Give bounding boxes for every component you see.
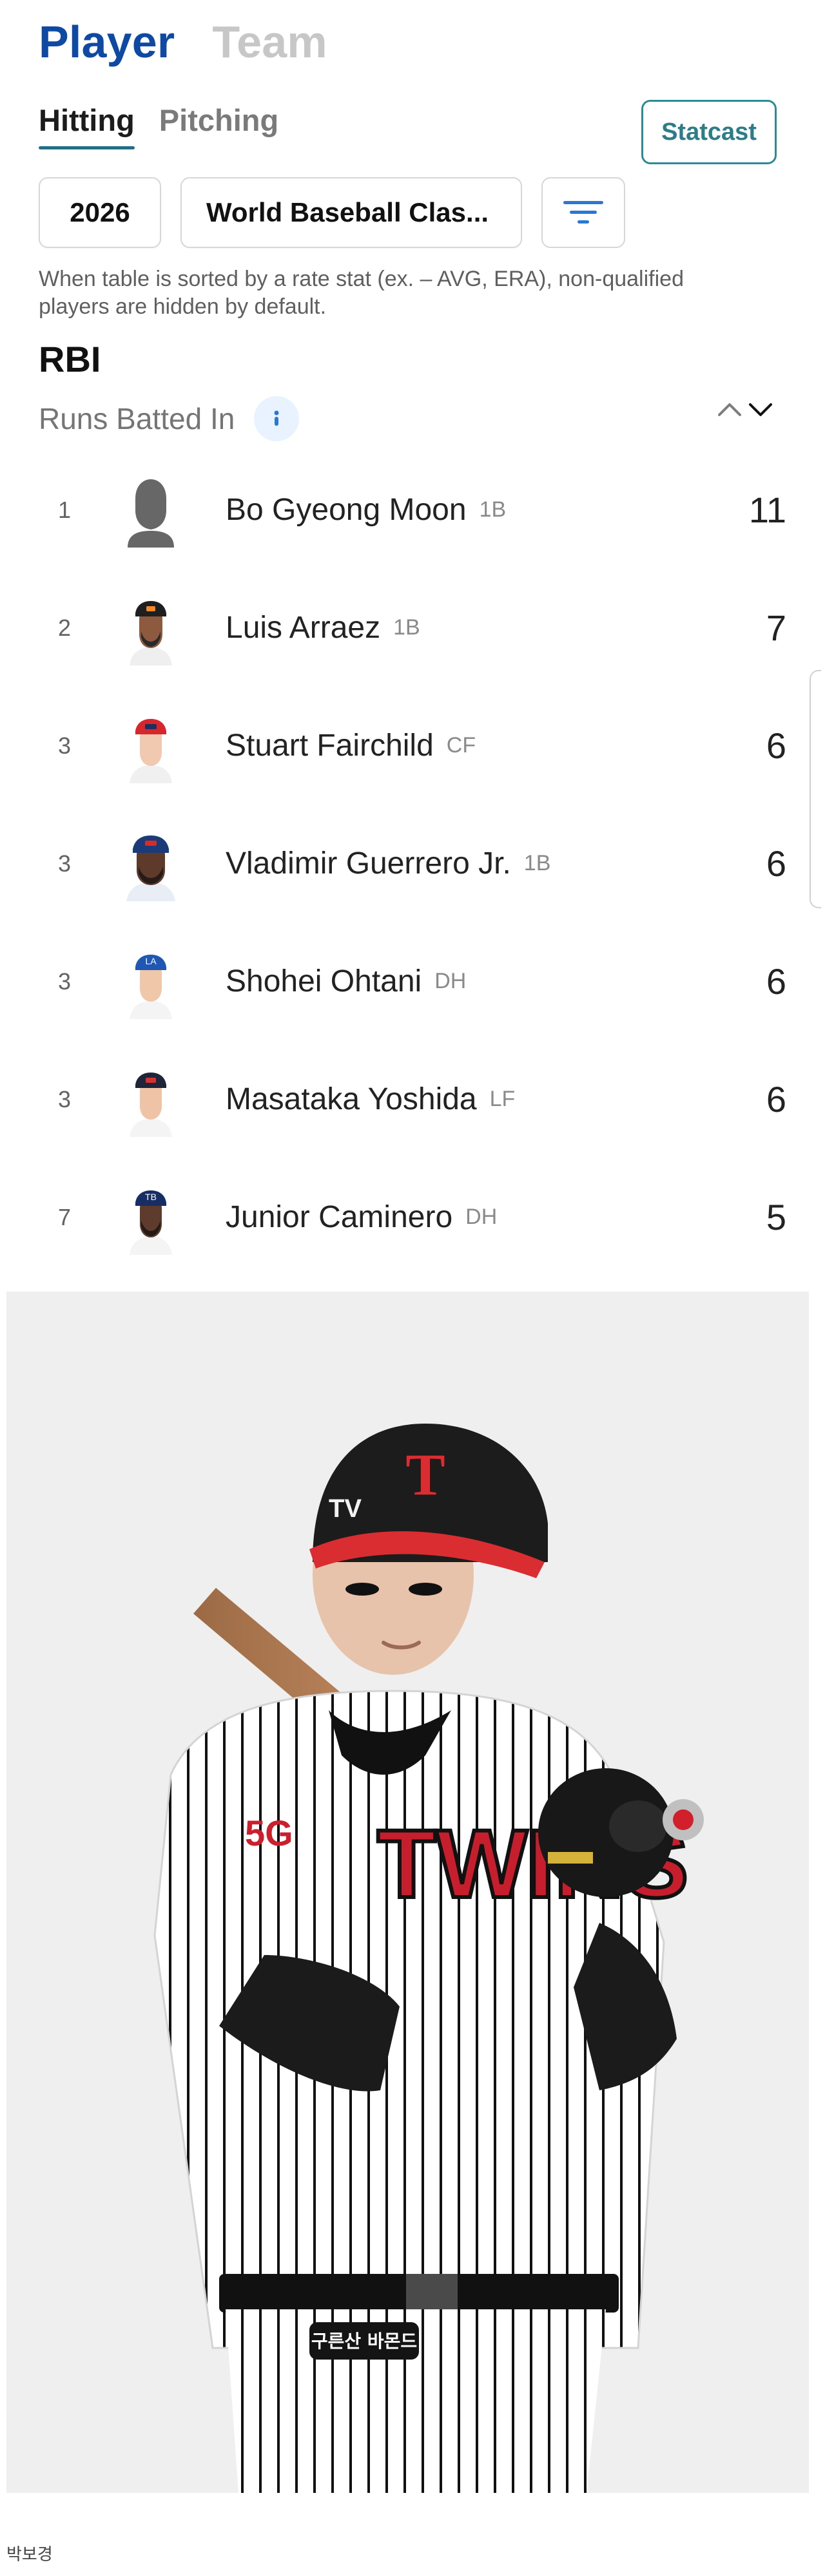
helmet-logo: T [405,1442,445,1507]
leaderboard-row[interactable]: 7 TB Junior Caminero DH 5 [39,1158,786,1276]
stat-value: 6 [766,843,786,884]
sub-tabs: Hitting Pitching [39,103,278,150]
player-headshot-icon: TB [113,1179,188,1255]
rank: 3 [57,732,72,759]
season-select[interactable]: World Baseball Clas... [180,177,522,248]
player-position: 1B [479,497,507,522]
filter-icon [563,201,603,224]
player-name[interactable]: Stuart Fairchild [226,728,434,763]
helmet-side-text: TV [329,1494,362,1523]
photo-caption: 박보경 [6,2544,53,2564]
player-name[interactable]: Masataka Yoshida [226,1082,477,1117]
player-headshot-icon [113,708,188,783]
player-position: 1B [523,851,551,875]
leaderboard-row[interactable]: 3 Masataka Yoshida LF 6 [39,1040,786,1158]
stat-subtitle-row: Runs Batted In [39,396,300,441]
sort-controls [715,399,775,419]
player-position: CF [446,733,476,758]
leaderboard-row[interactable]: 3 Stuart Fairchild CF 6 [39,687,786,805]
leaderboard-list: 1 Bo Gyeong Moon 1B 11 2 Luis Arraez 1B [39,451,786,1276]
tab-pitching[interactable]: Pitching [159,103,278,144]
tab-team[interactable]: Team [212,19,327,64]
svg-text:TB: TB [145,1192,157,1202]
rank: 1 [57,496,72,523]
sort-descending-icon[interactable] [746,399,775,419]
player-position: DH [434,969,467,993]
player-name[interactable]: Luis Arraez [226,610,380,645]
stat-value: 6 [766,1079,786,1120]
player-name[interactable]: Junior Caminero [226,1199,452,1235]
rank: 3 [57,850,72,877]
player-headshot-icon [113,1062,188,1137]
info-icon[interactable] [254,396,300,441]
tab-hitting[interactable]: Hitting [39,103,135,150]
leaderboard-row[interactable]: 3 Vladimir Guerrero Jr. 1B 6 [39,805,786,922]
player-headshot-icon: LA [113,944,188,1019]
leaderboard-row[interactable]: 2 Luis Arraez 1B 7 [39,569,786,687]
player-name[interactable]: Shohei Ohtani [226,964,422,999]
statcast-button[interactable]: Statcast [641,100,777,164]
scrollbar-thumb[interactable] [810,670,821,908]
player-position: DH [465,1205,498,1229]
player-headshot-icon [113,590,188,665]
stat-title: RBI [39,339,101,379]
year-select[interactable]: 2026 [39,177,161,248]
stats-page: Player Team Hitting Pitching Statcast 20… [0,0,825,2576]
rank: 3 [57,968,72,995]
info-glyph-icon [274,410,279,426]
qualification-note: When table is sorted by a rate stat (ex.… [39,267,684,319]
rank: 2 [57,614,72,641]
player-headshot-icon [113,826,188,901]
sort-ascending-icon[interactable] [715,399,744,419]
top-tabs: Player Team [39,19,327,64]
baseball-player-photo-illustration: TWINS 5G 구른산 바몬드 T TV [6,1292,809,2493]
rank: 7 [57,1203,72,1230]
stat-value: 5 [766,1197,786,1237]
player-photo: TWINS 5G 구른산 바몬드 T TV [6,1292,809,2493]
stat-value: 7 [766,607,786,648]
filter-row: 2026 World Baseball Clas... [39,177,625,248]
stat-value: 6 [766,961,786,1002]
leaderboard-row[interactable]: 1 Bo Gyeong Moon 1B 11 [39,451,786,569]
tab-player[interactable]: Player [39,19,175,64]
sleeve-patch-text: 5G [245,1813,293,1853]
player-headshot-placeholder-icon [113,472,188,548]
player-name[interactable]: Vladimir Guerrero Jr. [226,846,511,881]
svg-text:LA: LA [145,956,157,966]
stat-value: 11 [748,490,786,530]
player-name[interactable]: Bo Gyeong Moon [226,492,467,528]
stat-full-name: Runs Batted In [39,402,235,435]
player-position: 1B [393,615,420,640]
pants-patch-text: 구른산 바몬드 [311,2331,417,2352]
player-position: LF [489,1087,516,1111]
rank: 3 [57,1085,72,1112]
stat-value: 6 [766,725,786,766]
filter-button[interactable] [541,177,625,248]
leaderboard-row[interactable]: 3 LA Shohei Ohtani DH 6 [39,922,786,1040]
